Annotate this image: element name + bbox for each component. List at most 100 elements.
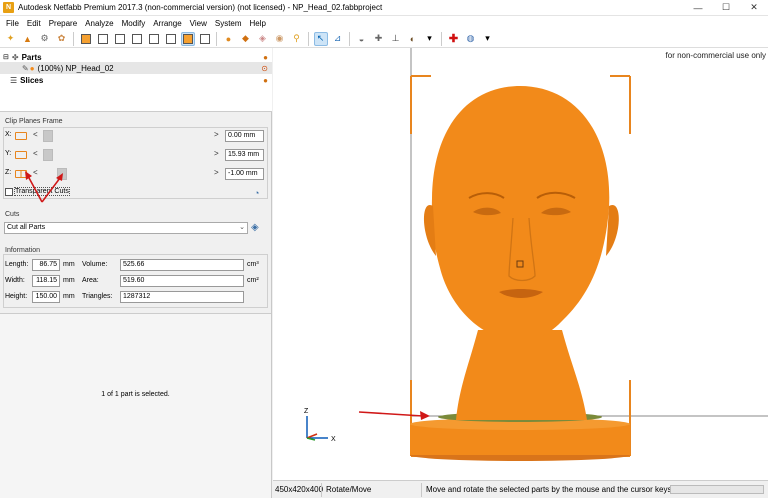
parts-add-icon[interactable]: ● bbox=[263, 53, 268, 62]
volume-unit: cm³ bbox=[247, 261, 259, 268]
annotation-arrows bbox=[25, 171, 63, 203]
clip-x-left-arrow[interactable]: < bbox=[33, 130, 38, 139]
status-mode: Rotate/Move bbox=[326, 485, 372, 494]
clip-z-right-arrow[interactable]: > bbox=[214, 168, 219, 177]
cuts-select[interactable]: Cut all Parts ⌄ bbox=[4, 222, 248, 234]
part-visibility-icon[interactable]: ⊙ bbox=[261, 64, 268, 73]
new-project-button[interactable]: ✦ bbox=[4, 32, 18, 46]
menu-edit[interactable]: Edit bbox=[23, 19, 45, 28]
triangles-value: 1287312 bbox=[120, 291, 244, 303]
shading-button[interactable]: ● bbox=[222, 32, 236, 46]
3d-viewport[interactable]: for non-commercial use only Z X bbox=[273, 48, 768, 480]
volume-label: Volume: bbox=[82, 261, 108, 268]
status-bar: 450x420x400 Rotate/Move Move and rotate … bbox=[273, 480, 768, 498]
triangles-icon: ◆ bbox=[242, 33, 249, 43]
toolbar-separator bbox=[349, 31, 350, 46]
menu-file[interactable]: File bbox=[2, 19, 23, 28]
clip-y-slider[interactable] bbox=[43, 149, 54, 161]
length-label: Length: bbox=[5, 261, 29, 268]
view-right-button[interactable] bbox=[130, 32, 144, 46]
platform-icon: ◒ bbox=[358, 33, 365, 44]
head-model[interactable] bbox=[431, 86, 610, 342]
information-title: Information bbox=[5, 247, 41, 254]
menu-modify[interactable]: Modify bbox=[118, 19, 150, 28]
cuts-selected-value: Cut all Parts bbox=[7, 224, 46, 231]
toolbar-separator bbox=[216, 31, 217, 46]
annotation-arrow-line bbox=[358, 411, 424, 417]
clip-y-icon[interactable] bbox=[15, 151, 27, 159]
view-top-button[interactable] bbox=[147, 32, 161, 46]
add-part-button[interactable]: ▲ bbox=[21, 32, 35, 46]
clip-x-slider[interactable] bbox=[43, 130, 54, 142]
menu-analyze[interactable]: Analyze bbox=[81, 19, 117, 28]
menu-help[interactable]: Help bbox=[246, 19, 270, 28]
measure-button[interactable]: ⊿ bbox=[331, 32, 345, 46]
view-front-button[interactable] bbox=[79, 32, 93, 46]
clip-y-left-arrow[interactable]: < bbox=[33, 149, 38, 158]
cube-front-icon bbox=[80, 33, 91, 44]
build-button[interactable]: ◍ bbox=[464, 32, 478, 46]
close-button[interactable]: ✕ bbox=[740, 0, 768, 16]
tree-slices-row[interactable]: ☰ Slices ● bbox=[0, 74, 272, 86]
view-bottom-button[interactable] bbox=[164, 32, 178, 46]
menu-view[interactable]: View bbox=[186, 19, 211, 28]
parts-icon: ✤ bbox=[11, 52, 19, 62]
scale-icon: ⊥ bbox=[391, 33, 400, 43]
annotation-arrow-line bbox=[41, 177, 61, 203]
cube-iso-icon bbox=[182, 33, 193, 44]
clip-z-value-input[interactable]: -1.00 mm bbox=[225, 168, 264, 180]
clip-x-right-arrow[interactable]: > bbox=[214, 130, 219, 139]
toolbar: ✦ ▲ ⚙ ✿ ● ◆ ◈ ◉ ⚲ ↖ ⊿ ◒ ✚ ⊥ ◐ ▾ ✚ ◍ ▾ bbox=[0, 30, 768, 48]
zoom-button[interactable]: ⚲ bbox=[290, 32, 304, 46]
maximize-button[interactable]: ☐ bbox=[712, 0, 740, 16]
slices-icon: ☰ bbox=[10, 75, 18, 85]
cut-action-icon[interactable]: ◈ bbox=[251, 222, 259, 233]
view-iso2-button[interactable] bbox=[198, 32, 212, 46]
repair-button[interactable]: ⚙ bbox=[38, 32, 52, 46]
red-cross-icon: ✚ bbox=[448, 33, 459, 45]
view-iso-button[interactable] bbox=[180, 31, 195, 46]
cube-back-icon bbox=[97, 33, 108, 44]
select-tool-button[interactable]: ↖ bbox=[313, 31, 328, 46]
settings-button[interactable]: ✿ bbox=[55, 32, 69, 46]
move-button[interactable]: ◒ bbox=[355, 32, 369, 46]
menu-arrange[interactable]: Arrange bbox=[149, 19, 185, 28]
length-value: 86.75 bbox=[32, 259, 60, 271]
scale-button[interactable]: ⊥ bbox=[389, 32, 403, 46]
area-value: 519.60 bbox=[120, 275, 244, 287]
material-dropdown[interactable]: ▾ bbox=[423, 32, 437, 46]
width-label: Width: bbox=[5, 277, 25, 284]
slices-add-icon[interactable]: ● bbox=[263, 76, 268, 85]
minimize-button[interactable]: — bbox=[684, 0, 712, 16]
status-separator bbox=[321, 483, 322, 497]
material-button[interactable]: ◐ bbox=[406, 32, 420, 46]
repair-cross-button[interactable]: ✚ bbox=[447, 32, 461, 46]
collapse-icon[interactable]: ⊟ bbox=[3, 53, 9, 61]
rotate-button[interactable]: ✚ bbox=[372, 32, 386, 46]
clip-x-value-input[interactable]: 0.00 mm bbox=[225, 130, 264, 142]
triangles-label: Triangles: bbox=[82, 293, 113, 300]
selection-bracket bbox=[410, 75, 431, 134]
shading-icon: ● bbox=[225, 33, 232, 44]
texture-button[interactable]: ◉ bbox=[273, 32, 287, 46]
clip-x-icon[interactable] bbox=[15, 132, 27, 140]
part-status-icon: ✎ bbox=[22, 63, 29, 73]
tree-part-item[interactable]: ✎ ● (100%) NP_Head_02 ⊙ bbox=[0, 62, 272, 74]
menu-system[interactable]: System bbox=[211, 19, 246, 28]
rotate-icon: ✚ bbox=[374, 33, 383, 43]
clip-y-value-input[interactable]: 15.93 mm bbox=[225, 149, 264, 161]
view-back-button[interactable] bbox=[96, 32, 110, 46]
triangles-button[interactable]: ◆ bbox=[239, 32, 253, 46]
menu-prepare[interactable]: Prepare bbox=[45, 19, 81, 28]
reset-clip-icon[interactable]: ◔ bbox=[254, 188, 259, 198]
wireframe-button[interactable]: ◈ bbox=[256, 32, 270, 46]
view-left-button[interactable] bbox=[113, 32, 127, 46]
clip-y-right-arrow[interactable]: > bbox=[214, 149, 219, 158]
scene-svg[interactable]: Z X bbox=[273, 48, 768, 480]
build-dropdown[interactable]: ▾ bbox=[481, 32, 495, 46]
measure-icon: ⊿ bbox=[333, 33, 342, 43]
menu-bar: File Edit Prepare Analyze Modify Arrange… bbox=[0, 16, 768, 30]
window-title: Autodesk Netfabb Premium 2017.3 (non-com… bbox=[18, 3, 383, 12]
tree-slices-label: Slices bbox=[20, 75, 44, 85]
progress-bar bbox=[670, 485, 764, 494]
